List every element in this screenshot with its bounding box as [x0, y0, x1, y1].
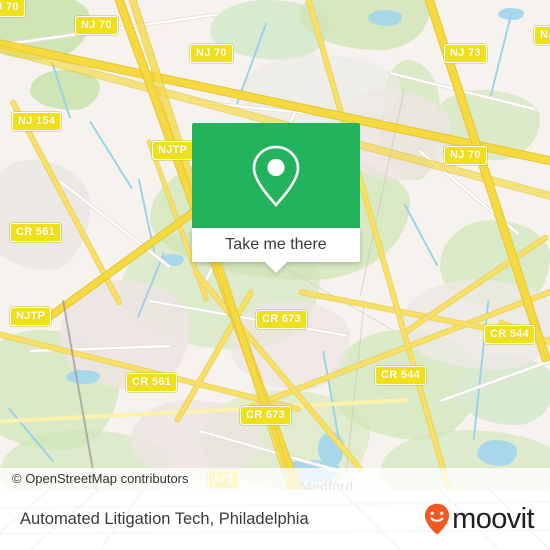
moovit-logo: moovit — [424, 503, 535, 535]
moovit-pin-icon — [425, 503, 450, 535]
popup-header — [192, 123, 360, 228]
popup-action[interactable]: Take me there — [192, 228, 360, 262]
moovit-wordmark: moovit — [452, 503, 534, 535]
attribution-text: © OpenStreetMap contributors — [12, 471, 189, 486]
popup-action-label: Take me there — [225, 236, 327, 253]
footer-bar: Automated Litigation Tech, Philadelphia … — [0, 490, 550, 550]
map-attribution: © OpenStreetMap contributors — [0, 468, 550, 490]
map-pin-icon — [252, 145, 300, 207]
location-popup[interactable]: Take me there — [192, 123, 360, 273]
popup-tail — [265, 262, 287, 273]
location-title: Automated Litigation Tech, Philadelphia — [20, 510, 309, 528]
map-canvas[interactable]: NJ 70 NJ 70 NJ 73 NJ 154 NJTP NJ 70 CR 5… — [0, 0, 550, 490]
screenshot-root: NJ 70 NJ 70 NJ 73 NJ 154 NJTP NJ 70 CR 5… — [0, 0, 550, 550]
